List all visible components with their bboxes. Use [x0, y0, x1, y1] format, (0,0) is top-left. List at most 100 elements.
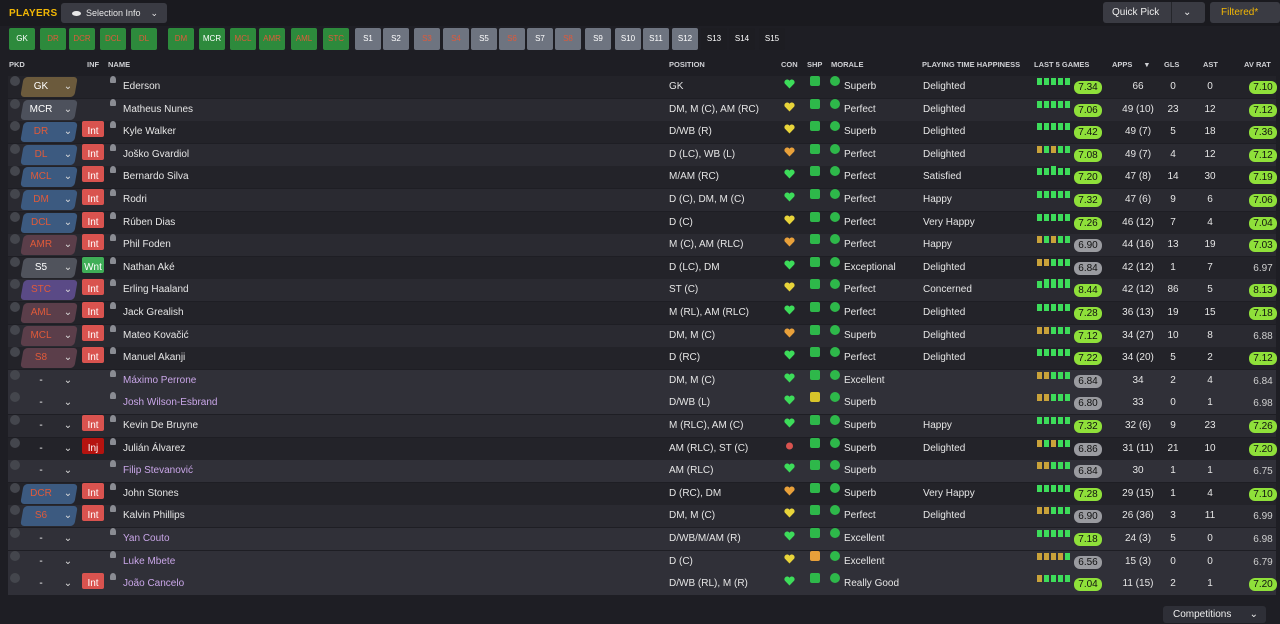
col-sharpness[interactable]: SHP — [807, 60, 822, 69]
col-inf[interactable]: INF — [87, 60, 99, 69]
selection-dropdown[interactable]: - ⌄ — [20, 393, 78, 413]
col-pkd[interactable]: PKD — [9, 60, 25, 69]
table-row[interactable]: DL ⌄ Int Joško Gvardiol D (LC), WB (L) Perfec… — [8, 143, 1277, 166]
table-row[interactable]: - ⌄ Yan Couto D/WB/M/AM (R) Excellent 7.18 24 … — [8, 528, 1276, 550]
info-tag[interactable]: Int — [82, 573, 104, 590]
player-name[interactable]: João Cancelo — [123, 573, 184, 595]
info-tag[interactable]: Int — [82, 324, 104, 341]
pkd-check-icon[interactable] — [10, 256, 20, 267]
chevron-down-icon[interactable]: ⌄ — [60, 145, 76, 165]
chevron-down-icon[interactable]: ⌄ — [60, 574, 76, 594]
chevron-down-icon[interactable]: ⌄ — [60, 280, 76, 300]
col-goals[interactable]: GLS — [1164, 60, 1179, 69]
chevron-down-icon[interactable]: ⌄ — [60, 529, 76, 549]
col-apps[interactable]: APPS — [1112, 60, 1132, 69]
table-row[interactable]: S6 ⌄ Int Kalvin Phillips DM, M (C) Perfect Del… — [8, 505, 1276, 528]
filter-button[interactable]: Filtered* — [1210, 2, 1280, 23]
info-tag[interactable]: Int — [82, 482, 104, 499]
selection-dropdown[interactable]: - ⌄ — [20, 461, 78, 481]
selection-dropdown[interactable]: STC ⌄ — [20, 280, 78, 301]
chevron-down-icon[interactable]: ⌄ — [1183, 2, 1191, 23]
position-button-dm[interactable]: DM — [168, 28, 194, 50]
pkd-check-icon[interactable] — [10, 211, 20, 222]
player-name[interactable]: Kalvin Phillips — [123, 505, 185, 527]
chevron-down-icon[interactable]: ⌄ — [60, 439, 76, 459]
table-row[interactable]: MCR ⌄ Matheus Nunes DM, M (C), AM (RC) Perfe… — [8, 98, 1277, 121]
player-name[interactable]: Kevin De Bruyne — [123, 415, 198, 437]
position-button-s5[interactable]: S5 — [471, 28, 497, 50]
selection-dropdown[interactable]: DR ⌄ — [20, 122, 78, 143]
table-row[interactable]: S8 ⌄ Int Manuel Akanji D (RC) Perfect Delighte… — [8, 347, 1277, 370]
table-row[interactable]: MCL ⌄ Int Mateo Kovačić DM, M (C) Superb Delig… — [8, 324, 1276, 347]
chevron-down-icon[interactable]: ⌄ — [60, 484, 76, 504]
pkd-check-icon[interactable] — [10, 143, 20, 154]
pkd-check-icon[interactable] — [10, 302, 20, 312]
selection-dropdown[interactable]: - ⌄ — [20, 552, 78, 572]
info-tag[interactable]: Inj — [82, 437, 104, 454]
position-button-s15[interactable]: S15 — [759, 28, 785, 50]
pkd-check-icon[interactable] — [10, 437, 20, 448]
chevron-down-icon[interactable]: ⌄ — [60, 371, 76, 391]
pkd-check-icon[interactable] — [10, 369, 20, 380]
col-position[interactable]: POSITION — [669, 60, 705, 69]
player-name[interactable]: Erling Haaland — [123, 279, 189, 301]
info-tag[interactable]: Int — [82, 415, 104, 431]
position-button-s11[interactable]: S11 — [643, 28, 669, 50]
info-tag[interactable]: Int — [82, 211, 104, 228]
selection-dropdown[interactable]: S8 ⌄ — [20, 348, 78, 369]
info-tag[interactable]: Int — [82, 505, 104, 522]
pkd-check-icon[interactable] — [10, 98, 20, 109]
info-tag[interactable]: Int — [82, 302, 104, 318]
chevron-down-icon[interactable]: ⌄ — [60, 122, 76, 142]
position-button-s4[interactable]: S4 — [443, 28, 469, 50]
table-row[interactable]: - ⌄ Inj Julián Álvarez AM (RLC), ST (C) Super… — [8, 437, 1277, 460]
position-button-amr[interactable]: AMR — [259, 28, 285, 50]
col-morale[interactable]: MORALE — [831, 60, 864, 69]
position-button-dcr[interactable]: DCR — [69, 28, 95, 50]
info-tag[interactable]: Int — [82, 189, 104, 205]
table-row[interactable]: - ⌄ Luke Mbete D (C) Excellent 6.56 15 (3) 0 0 6.… — [8, 550, 1276, 573]
selection-dropdown[interactable]: MCL ⌄ — [20, 167, 78, 188]
chevron-down-icon[interactable]: ⌄ — [60, 190, 76, 210]
player-name[interactable]: Rúben Dias — [123, 212, 175, 234]
info-tag[interactable]: Int — [82, 279, 104, 296]
selection-dropdown[interactable]: - ⌄ — [20, 371, 78, 391]
player-name[interactable]: John Stones — [123, 483, 179, 505]
chevron-down-icon[interactable]: ⌄ — [60, 348, 76, 368]
competitions-button[interactable]: Competitions ⌄ — [1163, 606, 1266, 623]
player-name[interactable]: Bernardo Silva — [123, 166, 189, 188]
player-name[interactable]: Nathan Aké — [123, 257, 175, 279]
chevron-down-icon[interactable]: ⌄ — [60, 77, 76, 97]
selection-dropdown[interactable]: DCL ⌄ — [20, 212, 78, 233]
position-button-s1[interactable]: S1 — [355, 28, 381, 50]
table-row[interactable]: - ⌄ Int Kevin De Bruyne M (RLC), AM (C) Super… — [8, 415, 1277, 437]
chevron-down-icon[interactable]: ⌄ — [60, 326, 76, 346]
table-row[interactable]: - ⌄ Filip Stevanović AM (RLC) Superb 6.84 30 1 1… — [8, 460, 1276, 483]
table-row[interactable]: - ⌄ Máximo Perrone DM, M (C) Excellent 6.84 34… — [8, 369, 1276, 392]
table-row[interactable]: DCR ⌄ Int John Stones D (RC), DM Superb Very H… — [8, 482, 1277, 505]
col-assists[interactable]: AST — [1203, 60, 1218, 69]
table-row[interactable]: STC ⌄ Int Erling Haaland ST (C) Perfect Concer… — [8, 279, 1277, 302]
col-condition[interactable]: CON — [781, 60, 798, 69]
info-tag[interactable]: Wnt — [82, 256, 104, 273]
position-button-s6[interactable]: S6 — [499, 28, 525, 50]
selection-dropdown[interactable]: S5 ⌄ — [20, 257, 78, 278]
selection-dropdown[interactable]: DL ⌄ — [20, 144, 78, 165]
position-button-s12[interactable]: S12 — [672, 28, 698, 50]
selection-dropdown[interactable]: DCR ⌄ — [20, 483, 78, 504]
pkd-check-icon[interactable] — [10, 324, 20, 335]
chevron-down-icon[interactable]: ⌄ — [60, 303, 76, 323]
info-tag[interactable]: Int — [82, 166, 104, 183]
selection-dropdown[interactable]: AML ⌄ — [20, 303, 78, 323]
col-name[interactable]: NAME — [108, 60, 130, 69]
table-row[interactable]: GK ⌄ Ederson GK Superb Delighted 7.34 66 0 0 7.10 — [8, 76, 1277, 98]
info-tag[interactable]: Int — [82, 121, 104, 138]
position-button-s9[interactable]: S9 — [585, 28, 611, 50]
selection-dropdown[interactable]: AMR ⌄ — [20, 235, 78, 256]
selection-dropdown[interactable]: S6 ⌄ — [20, 506, 78, 527]
info-tag[interactable]: Int — [82, 347, 104, 364]
pkd-check-icon[interactable] — [10, 166, 20, 177]
chevron-down-icon[interactable]: ⌄ — [60, 258, 76, 278]
position-button-s3[interactable]: S3 — [414, 28, 440, 50]
position-button-s14[interactable]: S14 — [729, 28, 755, 50]
